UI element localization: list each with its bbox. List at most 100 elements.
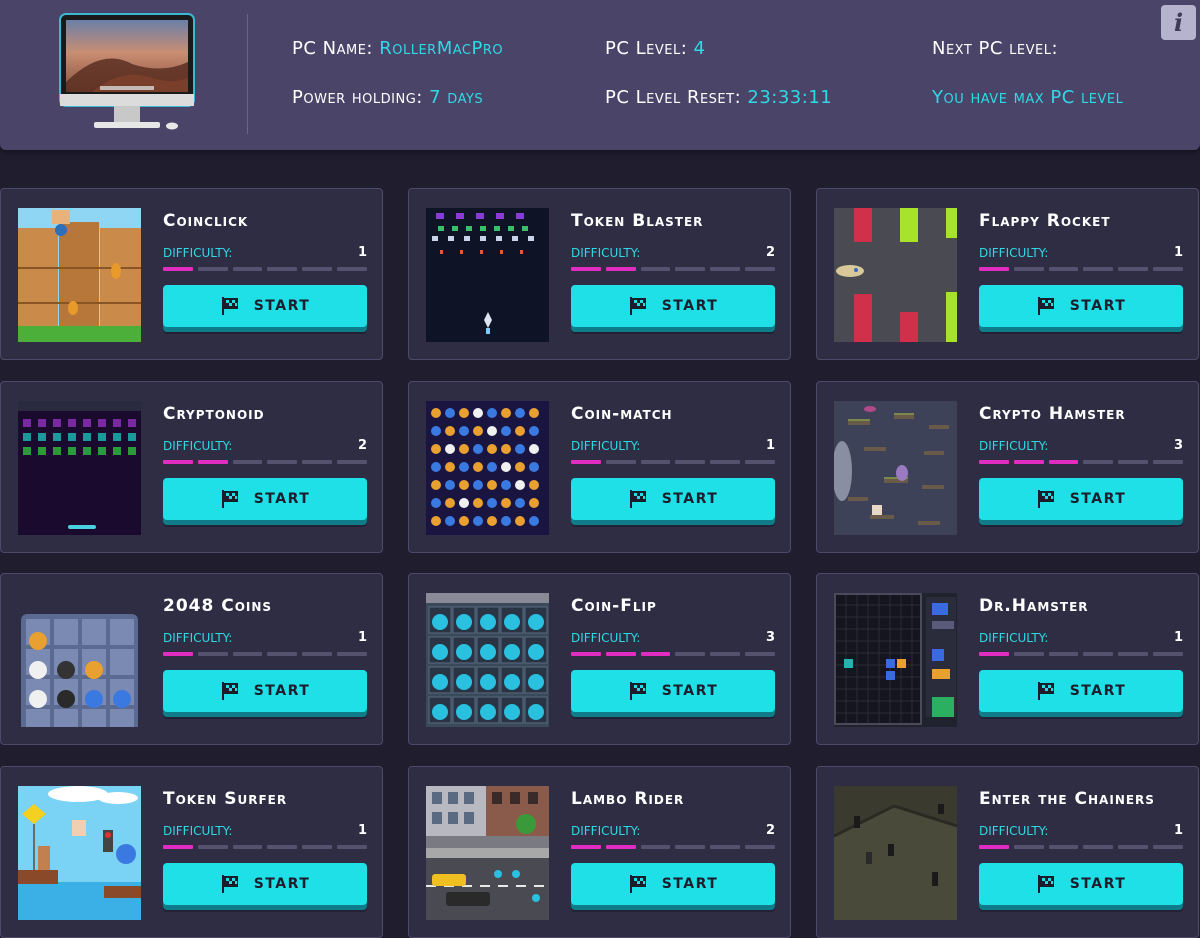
game-card-token-blaster: Token Blaster DIFFICULTY: 2 START [408, 188, 791, 360]
game-thumbnail[interactable] [834, 208, 957, 342]
difficulty-value: 1 [357, 823, 367, 838]
difficulty-value: 1 [1173, 823, 1183, 838]
start-button[interactable]: START [571, 670, 775, 712]
difficulty-segment-empty [302, 652, 333, 656]
game-card-flappy-rocket: Flappy Rocket DIFFICULTY: 1 START [816, 188, 1199, 360]
start-button[interactable]: START [979, 478, 1183, 520]
start-button-label: START [253, 491, 311, 507]
difficulty-segment-empty [1048, 267, 1079, 271]
game-thumbnail[interactable] [426, 401, 549, 535]
game-thumbnail[interactable] [426, 208, 549, 342]
next-pc-level-stat: Next PC level: [932, 38, 1058, 59]
game-title: Enter the Chainers [979, 789, 1155, 809]
difficulty-label: DIFFICULTY: [979, 824, 1049, 838]
next-pc-level-label: Next PC level: [932, 38, 1059, 59]
game-card-token-surfer: Token Surfer DIFFICULTY: 1 START [0, 766, 383, 938]
start-button[interactable]: START [979, 670, 1183, 712]
game-card-enter-the-chainers: Enter the Chainers DIFFICULTY: 1 START [816, 766, 1199, 938]
start-button[interactable]: START [571, 478, 775, 520]
game-title: Cryptonoid [163, 404, 265, 424]
difficulty-bar [163, 652, 367, 656]
checkered-flag-icon [221, 875, 238, 893]
difficulty-bar [979, 652, 1183, 656]
game-title: Dr.Hamster [979, 596, 1089, 616]
start-button-label: START [1069, 876, 1127, 892]
difficulty-bar [571, 460, 775, 464]
start-button-label: START [661, 298, 719, 314]
pc-name-label: PC Name: [292, 38, 373, 59]
game-thumbnail[interactable] [18, 593, 141, 727]
game-thumbnail[interactable] [18, 208, 141, 342]
checkered-flag-icon [1037, 490, 1054, 508]
difficulty-label: DIFFICULTY: [163, 631, 233, 645]
checkered-flag-icon [629, 875, 646, 893]
difficulty-segment-empty [197, 267, 228, 271]
start-button[interactable]: START [163, 478, 367, 520]
start-button-label: START [661, 683, 719, 699]
start-button[interactable]: START [163, 670, 367, 712]
difficulty-value: 1 [357, 630, 367, 645]
start-button[interactable]: START [163, 863, 367, 905]
difficulty-segment-empty [1083, 845, 1114, 849]
checkered-flag-icon [1037, 682, 1054, 700]
difficulty-segment-empty [232, 845, 263, 849]
game-thumbnail[interactable] [834, 401, 957, 535]
game-title: Token Blaster [571, 211, 704, 231]
difficulty-value: 2 [765, 823, 775, 838]
difficulty-segment-empty [197, 845, 228, 849]
difficulty-segment-empty [675, 460, 706, 464]
difficulty-value: 3 [1173, 438, 1183, 453]
pc-level-reset-value: 23:33:11 [747, 87, 833, 108]
difficulty-segment-empty [640, 267, 671, 271]
game-card-lambo-rider: Lambo Rider DIFFICULTY: 2 START [408, 766, 791, 938]
difficulty-label: DIFFICULTY: [163, 439, 233, 453]
start-button[interactable]: START [163, 285, 367, 327]
game-thumbnail[interactable] [834, 786, 957, 920]
game-card-coin-match: Coin-match DIFFICULTY: 1 START [408, 381, 791, 553]
pc-level-reset-label: PC Level Reset: [605, 87, 742, 108]
game-title: Flappy Rocket [979, 211, 1111, 231]
difficulty-label: DIFFICULTY: [163, 246, 233, 260]
game-thumbnail[interactable] [426, 786, 549, 920]
difficulty-segment-filled [979, 652, 1009, 656]
difficulty-segment-empty [232, 652, 263, 656]
game-title: Lambo Rider [571, 789, 685, 809]
pc-name-value: RollerMacPro [379, 38, 504, 59]
checkered-flag-icon [629, 490, 646, 508]
difficulty-segment-empty [267, 845, 298, 849]
game-thumbnail[interactable] [426, 593, 549, 727]
difficulty-bar [979, 267, 1183, 271]
difficulty-label: DIFFICULTY: [979, 631, 1049, 645]
start-button[interactable]: START [979, 863, 1183, 905]
difficulty-segment-empty [232, 460, 263, 464]
start-button[interactable]: START [571, 863, 775, 905]
difficulty-segment-filled [571, 652, 601, 656]
difficulty-segment-empty [1118, 267, 1149, 271]
difficulty-segment-filled [979, 460, 1009, 464]
start-button[interactable]: START [979, 285, 1183, 327]
info-button[interactable]: i [1161, 5, 1196, 40]
difficulty-segment-filled [979, 267, 1009, 271]
game-thumbnail[interactable] [834, 593, 957, 727]
difficulty-segment-empty [1013, 845, 1044, 849]
start-button[interactable]: START [571, 285, 775, 327]
game-card-dr-hamster: Dr.Hamster DIFFICULTY: 1 START [816, 573, 1199, 745]
pc-level-label: PC Level: [605, 38, 688, 59]
game-thumbnail[interactable] [18, 401, 141, 535]
next-pc-level-value: You have max PC level [932, 87, 1124, 108]
difficulty-value: 3 [765, 630, 775, 645]
checkered-flag-icon [629, 297, 646, 315]
checkered-flag-icon [221, 682, 238, 700]
header-divider [247, 14, 248, 134]
difficulty-segment-empty [605, 460, 636, 464]
difficulty-segment-filled [163, 267, 193, 271]
difficulty-segment-filled [571, 267, 601, 271]
game-thumbnail[interactable] [18, 786, 141, 920]
difficulty-segment-empty [640, 460, 671, 464]
difficulty-segment-filled [163, 460, 193, 464]
difficulty-segment-empty [337, 652, 367, 656]
game-title: 2048 Coins [163, 596, 273, 616]
game-card-2048-coins: 2048 Coins DIFFICULTY: 1 START [0, 573, 383, 745]
pc-name-stat: PC Name: RollerMacPro [292, 38, 503, 59]
difficulty-segment-filled [605, 652, 636, 656]
